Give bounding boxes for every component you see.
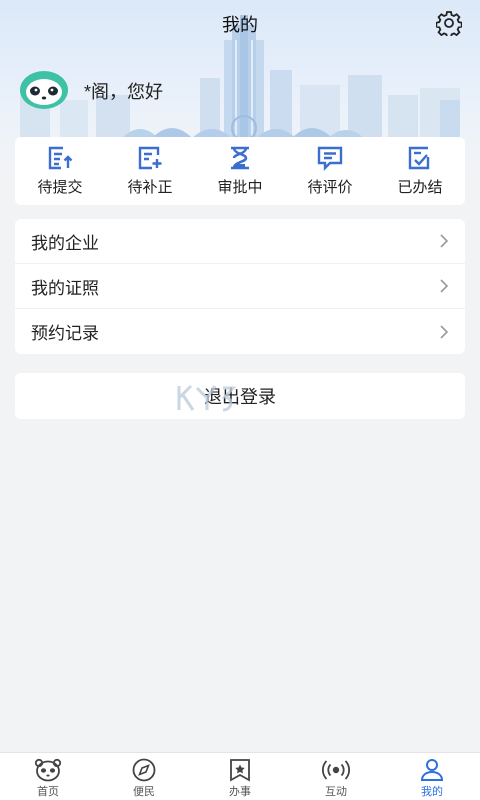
user-greeting: *阁，您好 <box>84 82 164 102</box>
status-item-completed[interactable]: 已办结 <box>375 145 465 197</box>
tab-interaction[interactable]: 互动 <box>288 753 384 800</box>
menu-item-label: 预约记录 <box>31 324 99 343</box>
tab-mine[interactable]: 我的 <box>384 753 480 800</box>
tab-label: 互动 <box>325 786 347 798</box>
menu-list: 我的企业 我的证照 预约记录 <box>15 219 465 354</box>
tab-services[interactable]: 办事 <box>192 753 288 800</box>
person-icon <box>420 759 444 781</box>
tab-convenience[interactable]: 便民 <box>96 753 192 800</box>
tab-label: 办事 <box>229 786 251 798</box>
chevron-right-icon <box>440 234 449 248</box>
chevron-right-icon <box>440 279 449 293</box>
supplement-doc-icon <box>138 146 162 170</box>
status-item-in-approval[interactable]: 审批中 <box>195 145 285 197</box>
status-label: 待评价 <box>307 179 353 196</box>
menu-item-label: 我的企业 <box>31 233 99 253</box>
status-item-pending-supplement[interactable]: 待补正 <box>105 145 195 197</box>
avatar[interactable] <box>20 70 68 110</box>
status-item-pending-review[interactable]: 待评价 <box>285 145 375 197</box>
menu-item-my-licenses[interactable]: 我的证照 <box>15 264 465 309</box>
tab-label: 便民 <box>133 786 155 798</box>
menu-item-my-enterprise[interactable]: 我的企业 <box>15 219 465 264</box>
tab-label: 我的 <box>421 786 443 798</box>
tab-label: 首页 <box>37 786 59 798</box>
status-label: 已办结 <box>397 179 443 196</box>
application-status-card: 待提交 待补正 审批中 待评价 已办结 <box>15 137 465 205</box>
broadcast-icon <box>322 760 350 780</box>
status-label: 待补正 <box>127 179 173 196</box>
chevron-right-icon <box>440 324 449 339</box>
status-item-pending-submit[interactable]: 待提交 <box>15 145 105 197</box>
bottom-tab-bar: 首页 便民 办事 互动 我的 <box>0 752 480 800</box>
gear-icon[interactable] <box>436 10 462 36</box>
panda-home-icon <box>34 758 62 782</box>
hourglass-icon <box>231 146 249 170</box>
done-doc-icon <box>408 146 430 170</box>
status-label: 待提交 <box>37 179 83 196</box>
menu-item-appointment-records[interactable]: 预约记录 <box>15 309 465 354</box>
menu-item-label: 我的证照 <box>31 278 99 298</box>
page-title: 我的 <box>222 15 258 35</box>
comment-icon <box>317 146 343 171</box>
bookmark-star-icon <box>230 759 250 782</box>
tab-home[interactable]: 首页 <box>0 753 96 800</box>
submit-doc-icon <box>48 146 73 170</box>
logout-button[interactable]: 退出登录 <box>15 373 465 419</box>
compass-icon <box>132 758 156 782</box>
status-label: 审批中 <box>217 179 263 196</box>
